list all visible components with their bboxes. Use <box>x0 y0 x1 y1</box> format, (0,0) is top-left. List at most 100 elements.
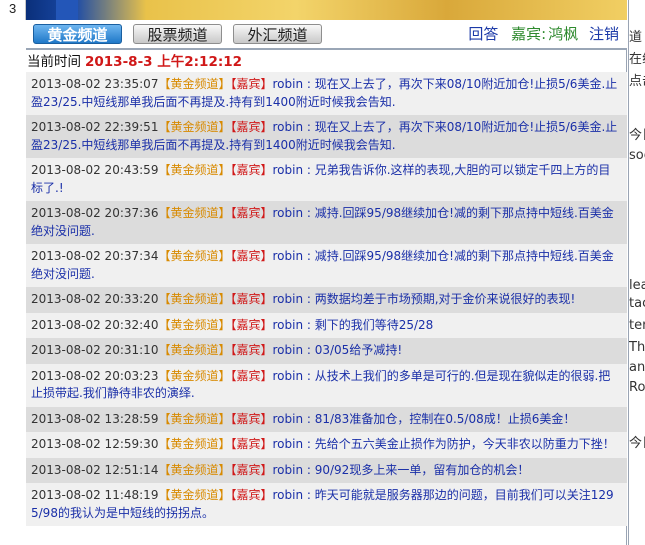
tab-stock-channel[interactable]: 股票频道 <box>133 24 222 44</box>
message-author: robin <box>272 317 304 332</box>
message-time: 2013-08-02 20:31:10 <box>31 343 159 357</box>
message-author: robin <box>272 206 304 220</box>
message-row: 2013-08-02 13:28:59【黄金频道】【嘉宾】robin : 81/… <box>26 406 627 432</box>
message-guest-tag: 【嘉宾】 <box>230 249 273 263</box>
left-strip <box>0 0 26 545</box>
message-guest-tag: 【嘉宾】 <box>230 163 273 177</box>
message-guest-tag: 【嘉宾】 <box>230 77 273 91</box>
message-time: 2013-08-02 13:28:59 <box>31 411 159 426</box>
message-row: 2013-08-02 20:37:36【黄金频道】【嘉宾】robin : 减持.… <box>26 201 627 244</box>
message-time: 2013-08-02 11:48:19 <box>31 488 159 502</box>
side-fragment: ant <box>629 360 645 375</box>
message-row: 2013-08-02 20:43:59【黄金频道】【嘉宾】robin : 兄弟我… <box>26 158 627 201</box>
message-author: robin <box>272 411 304 426</box>
message-guest-tag: 【嘉宾】 <box>230 462 273 477</box>
message-channel: 【黄金频道】 <box>158 317 231 332</box>
current-time-row: 当前时间 2013-8-3 上午2:12:12 <box>26 52 627 72</box>
reply-link[interactable]: 回答 <box>468 25 498 43</box>
message-guest-tag: 【嘉宾】 <box>230 488 273 502</box>
message-author: robin <box>272 343 304 357</box>
message-time: 2013-08-02 23:35:07 <box>31 77 159 91</box>
message-channel: 【黄金频道】 <box>158 488 231 502</box>
message-text: : 03/05给予减持! <box>303 343 403 357</box>
message-guest-tag: 【嘉宾】 <box>230 120 273 134</box>
message-list: 2013-08-02 23:35:07【黄金频道】【嘉宾】robin : 现在又… <box>26 72 627 526</box>
message-time: 2013-08-02 20:43:59 <box>31 163 159 177</box>
message-text: : 先给个五六美金止损作为防护，今天非农以防重力下挫！ <box>303 437 615 451</box>
message-time: 2013-08-02 22:39:51 <box>31 120 159 134</box>
side-fragment: 在线 <box>629 52 645 67</box>
message-author: robin <box>272 163 304 177</box>
message-guest-tag: 【嘉宾】 <box>230 368 273 383</box>
message-channel: 【黄金频道】 <box>158 343 231 357</box>
banner-logo-mark <box>56 0 78 20</box>
guest-name: 鸿枫 <box>548 25 579 43</box>
message-channel: 【黄金频道】 <box>158 292 231 306</box>
message-time: 2013-08-02 12:59:30 <box>31 437 159 451</box>
side-fragment: soc <box>629 148 645 163</box>
message-channel: 【黄金频道】 <box>158 206 231 220</box>
message-author: robin <box>272 488 304 502</box>
message-channel: 【黄金频道】 <box>158 163 231 177</box>
message-row: 2013-08-02 20:31:10【黄金频道】【嘉宾】robin : 03/… <box>26 338 627 364</box>
message-guest-tag: 【嘉宾】 <box>230 411 273 426</box>
channel-tab-bar: 黄金频道 股票频道 外汇频道 回答 嘉宾: 鸿枫 注销 <box>26 20 627 50</box>
side-fragment: Ro <box>629 380 645 395</box>
message-row: 2013-08-02 12:51:14【黄金频道】【嘉宾】robin : 90/… <box>26 457 627 483</box>
user-controls: 回答 嘉宾: 鸿枫 注销 <box>468 23 619 45</box>
message-author: robin <box>272 437 304 451</box>
message-row: 2013-08-02 20:03:23【黄金频道】【嘉宾】robin : 从技术… <box>26 363 627 407</box>
side-fragment: 道 <box>629 30 643 45</box>
tab-gold-channel[interactable]: 黄金频道 <box>33 24 122 44</box>
message-row: 2013-08-02 23:35:07【黄金频道】【嘉宾】robin : 现在又… <box>26 72 627 115</box>
message-row: 2013-08-02 20:32:40【黄金频道】【嘉宾】robin : 剩下的… <box>26 312 627 338</box>
side-fragment: lea <box>629 278 645 293</box>
message-guest-tag: 【嘉宾】 <box>230 437 273 451</box>
message-channel: 【黄金频道】 <box>158 437 231 451</box>
message-row: 2013-08-02 11:48:19【黄金频道】【嘉宾】robin : 昨天可… <box>26 483 627 526</box>
message-text: : 两数据均差于市场预期,对于金价来说很好的表现! <box>303 292 576 306</box>
message-row: 2013-08-02 22:39:51【黄金频道】【嘉宾】robin : 现在又… <box>26 115 627 158</box>
right-side-panel: 道在线点击今日 soc lea tac tere The ant Ro 今日 <box>628 0 645 545</box>
message-time: 2013-08-02 20:03:23 <box>31 368 159 383</box>
side-fragment: The <box>629 340 645 355</box>
tab-forex-channel[interactable]: 外汇频道 <box>233 24 322 44</box>
message-row: 2013-08-02 12:59:30【黄金频道】【嘉宾】robin : 先给个… <box>26 432 627 458</box>
message-text: : 81/83准备加仓，控制在0.5/08成！止损6美金！ <box>303 411 576 426</box>
message-author: robin <box>272 292 304 306</box>
message-time: 2013-08-02 20:33:20 <box>31 292 159 306</box>
message-time: 2013-08-02 20:37:34 <box>31 249 159 263</box>
message-time: 2013-08-02 12:51:14 <box>31 462 159 477</box>
message-author: robin <box>272 77 304 91</box>
side-fragment: tere <box>629 318 645 333</box>
top-banner <box>26 0 627 20</box>
message-author: robin <box>272 120 304 134</box>
message-time: 2013-08-02 20:37:36 <box>31 206 159 220</box>
message-row: 2013-08-02 20:33:20【黄金频道】【嘉宾】robin : 两数据… <box>26 287 627 313</box>
message-channel: 【黄金频道】 <box>158 249 231 263</box>
message-channel: 【黄金频道】 <box>158 411 231 426</box>
message-author: robin <box>272 462 304 477</box>
message-guest-tag: 【嘉宾】 <box>230 343 273 357</box>
side-fragment: 点击 <box>629 74 645 89</box>
message-author: robin <box>272 249 304 263</box>
side-fragment: 今日 <box>629 436 645 451</box>
guest-label: 嘉宾: <box>511 25 547 43</box>
message-channel: 【黄金频道】 <box>158 120 231 134</box>
current-time-value: 2013-8-3 上午2:12:12 <box>85 54 243 70</box>
current-time-label: 当前时间 <box>27 54 81 70</box>
chat-panel: 黄金频道 股票频道 外汇频道 回答 嘉宾: 鸿枫 注销 当前时间 2013-8-3 … <box>26 20 627 545</box>
side-fragment: tac <box>629 296 645 311</box>
message-channel: 【黄金频道】 <box>158 77 231 91</box>
message-guest-tag: 【嘉宾】 <box>230 292 273 306</box>
message-row: 2013-08-02 20:37:34【黄金频道】【嘉宾】robin : 减持.… <box>26 244 627 287</box>
message-author: robin <box>272 368 304 383</box>
message-guest-tag: 【嘉宾】 <box>230 317 273 332</box>
corner-logo <box>0 0 26 20</box>
message-channel: 【黄金频道】 <box>158 462 231 477</box>
message-guest-tag: 【嘉宾】 <box>230 206 273 220</box>
side-fragment: 今日 <box>629 128 645 143</box>
message-text: : 剩下的我们等待25/28 <box>303 317 434 332</box>
logout-link[interactable]: 注销 <box>589 25 619 43</box>
message-time: 2013-08-02 20:32:40 <box>31 317 159 332</box>
